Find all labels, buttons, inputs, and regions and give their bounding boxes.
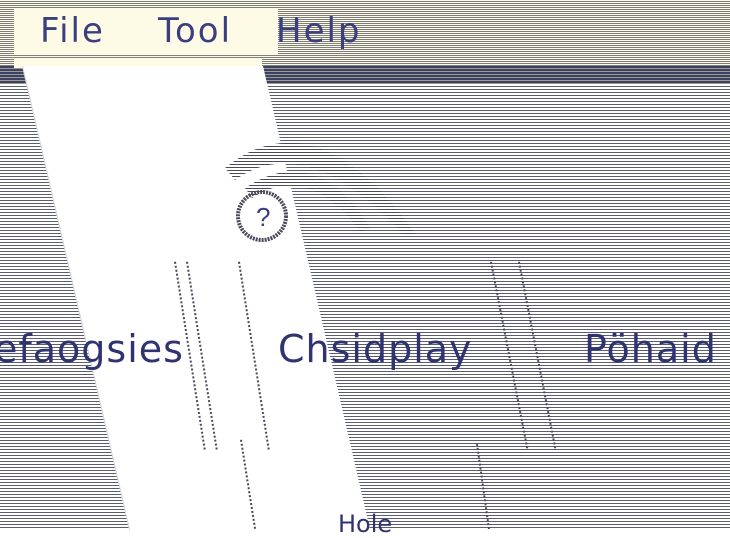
menu-bar: File Tool Help [0, 0, 730, 66]
menu-file[interactable]: File [14, 8, 140, 54]
item-label[interactable]: efaogsies [0, 326, 184, 372]
item-label[interactable]: Chsidplay [278, 326, 473, 372]
menu-help[interactable]: Help [276, 8, 386, 54]
svg-text:?: ? [256, 202, 270, 232]
item-label[interactable]: Pöhaid [584, 326, 717, 372]
menu-tool[interactable]: Tool [140, 8, 278, 54]
app-logo-icon: ? [225, 142, 415, 242]
bottom-label: Hole [338, 510, 393, 538]
